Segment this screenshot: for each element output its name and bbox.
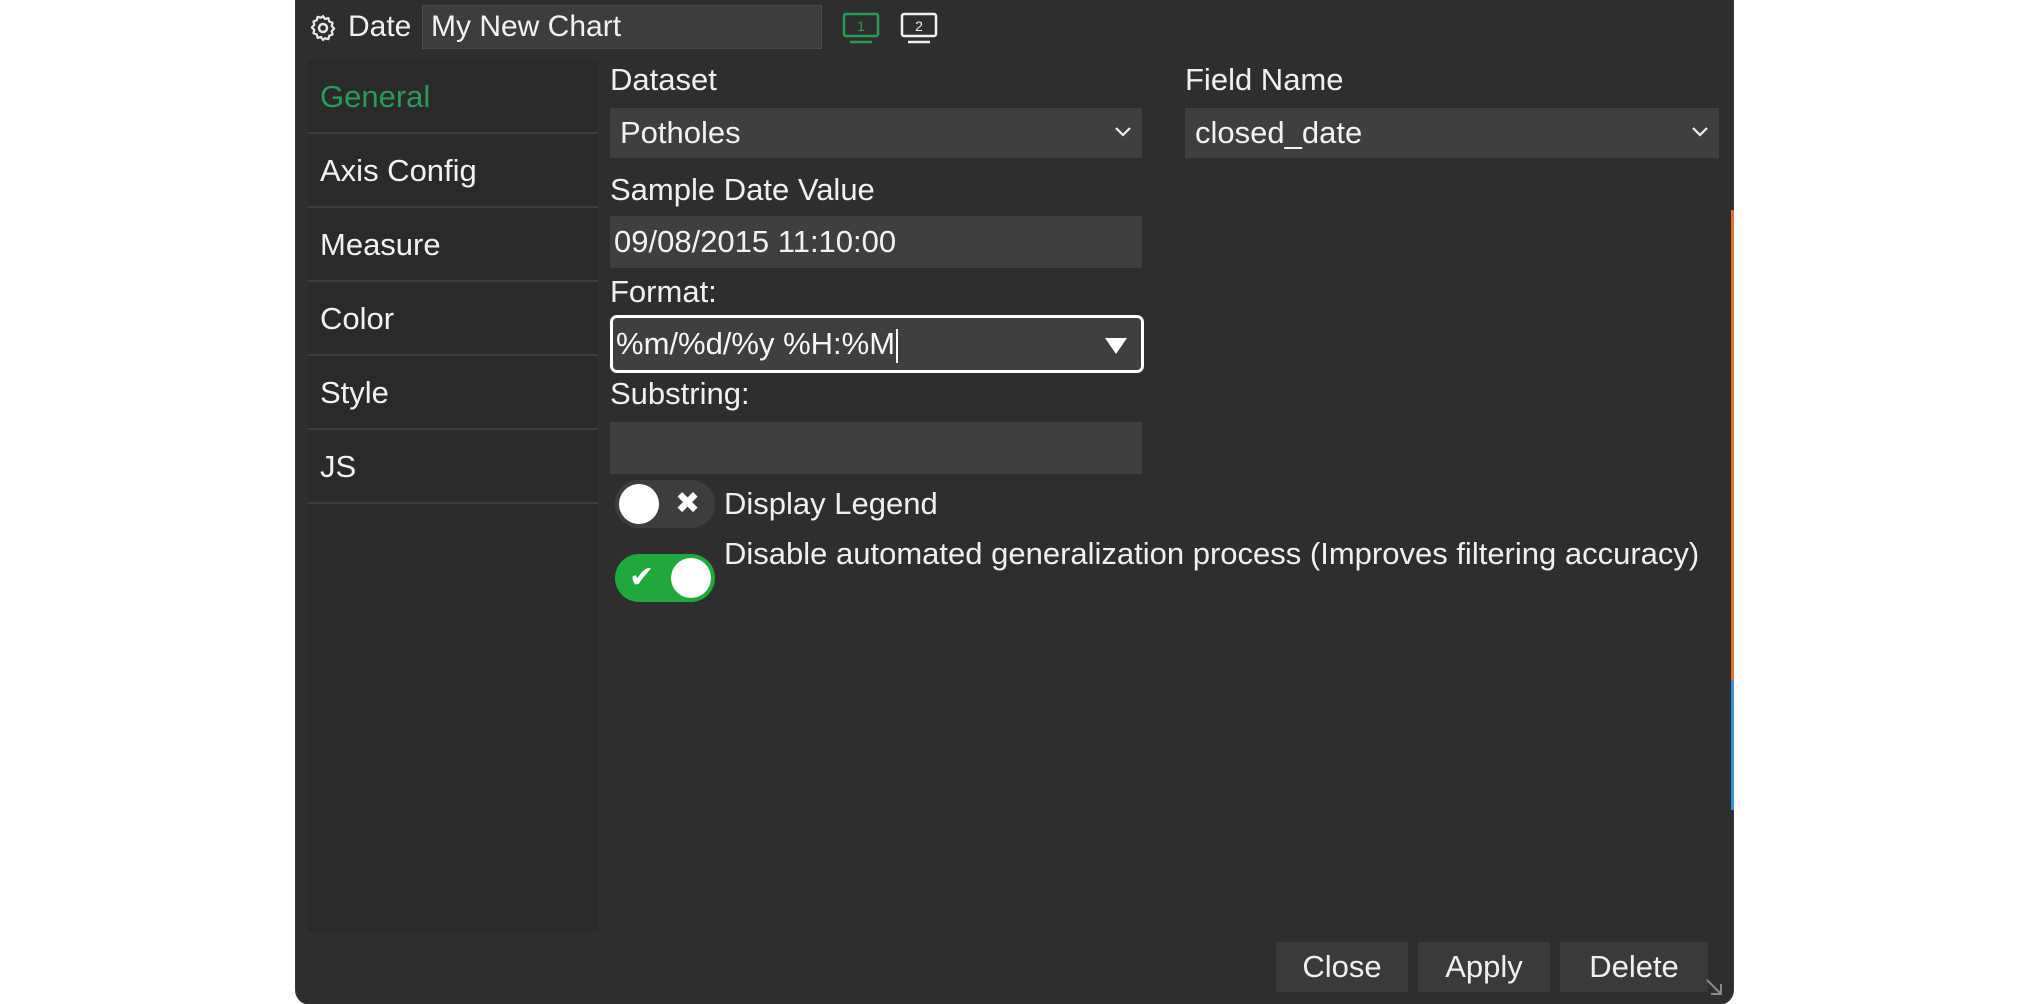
- sample-date-label: Sample Date Value: [610, 172, 875, 207]
- chevron-down-icon: [1115, 127, 1131, 137]
- svg-text:1: 1: [857, 18, 865, 34]
- chart-settings-dialog: Date 1 2 General Axis Config Measure Col…: [296, 0, 1733, 1004]
- dataset-value: Potholes: [620, 115, 741, 150]
- svg-text:2: 2: [915, 18, 923, 34]
- dataset-label: Dataset: [610, 62, 717, 97]
- chevron-down-icon: [1692, 127, 1708, 137]
- screen-2-icon[interactable]: 2: [900, 12, 938, 46]
- disable-generalization-toggle[interactable]: ✔: [615, 554, 715, 602]
- field-name-label: Field Name: [1185, 62, 1344, 97]
- text-caret: [896, 328, 899, 363]
- chart-name-input[interactable]: [422, 5, 822, 49]
- format-combobox[interactable]: %m/%d/%y %H:%M: [610, 315, 1144, 373]
- background-edge-strip: [1731, 680, 1734, 810]
- field-name-select[interactable]: closed_date: [1185, 108, 1719, 158]
- sidebar-item-axis-config[interactable]: Axis Config: [308, 134, 598, 208]
- substring-label: Substring:: [610, 376, 750, 411]
- sidebar-item-js[interactable]: JS: [308, 430, 598, 504]
- dataset-select[interactable]: Potholes: [610, 108, 1142, 158]
- gear-icon[interactable]: [308, 13, 338, 43]
- check-icon: ✔: [629, 560, 655, 595]
- toggle-knob: [671, 558, 711, 598]
- substring-input[interactable]: [610, 422, 1142, 474]
- format-label: Format:: [610, 274, 717, 309]
- display-legend-toggle[interactable]: ✖: [615, 480, 715, 528]
- format-value: %m/%d/%y %H:%M: [616, 326, 896, 361]
- sidebar-item-color[interactable]: Color: [308, 282, 598, 356]
- close-button[interactable]: Close: [1276, 942, 1408, 992]
- sidebar-item-style[interactable]: Style: [308, 356, 598, 430]
- delete-button[interactable]: Delete: [1560, 942, 1708, 992]
- chart-type-label: Date: [348, 10, 412, 43]
- background-edge-strip: [1731, 210, 1734, 680]
- settings-sidebar: General Axis Config Measure Color Style …: [308, 60, 598, 932]
- x-icon: ✖: [675, 486, 701, 521]
- field-name-value: closed_date: [1195, 115, 1363, 150]
- sidebar-item-measure[interactable]: Measure: [308, 208, 598, 282]
- dropdown-triangle-icon[interactable]: [1105, 338, 1127, 354]
- sidebar-item-general[interactable]: General: [308, 60, 598, 134]
- dialog-titlebar: Date 1 2: [296, 0, 1733, 58]
- toggle-knob: [619, 484, 659, 524]
- display-legend-label: Display Legend: [724, 486, 938, 521]
- apply-button[interactable]: Apply: [1418, 942, 1550, 992]
- sample-date-field: 09/08/2015 11:10:00: [610, 216, 1142, 268]
- resize-handle-icon[interactable]: [1703, 976, 1725, 998]
- disable-generalization-label: Disable automated generalization process…: [724, 536, 1700, 571]
- screen-1-icon[interactable]: 1: [842, 12, 880, 46]
